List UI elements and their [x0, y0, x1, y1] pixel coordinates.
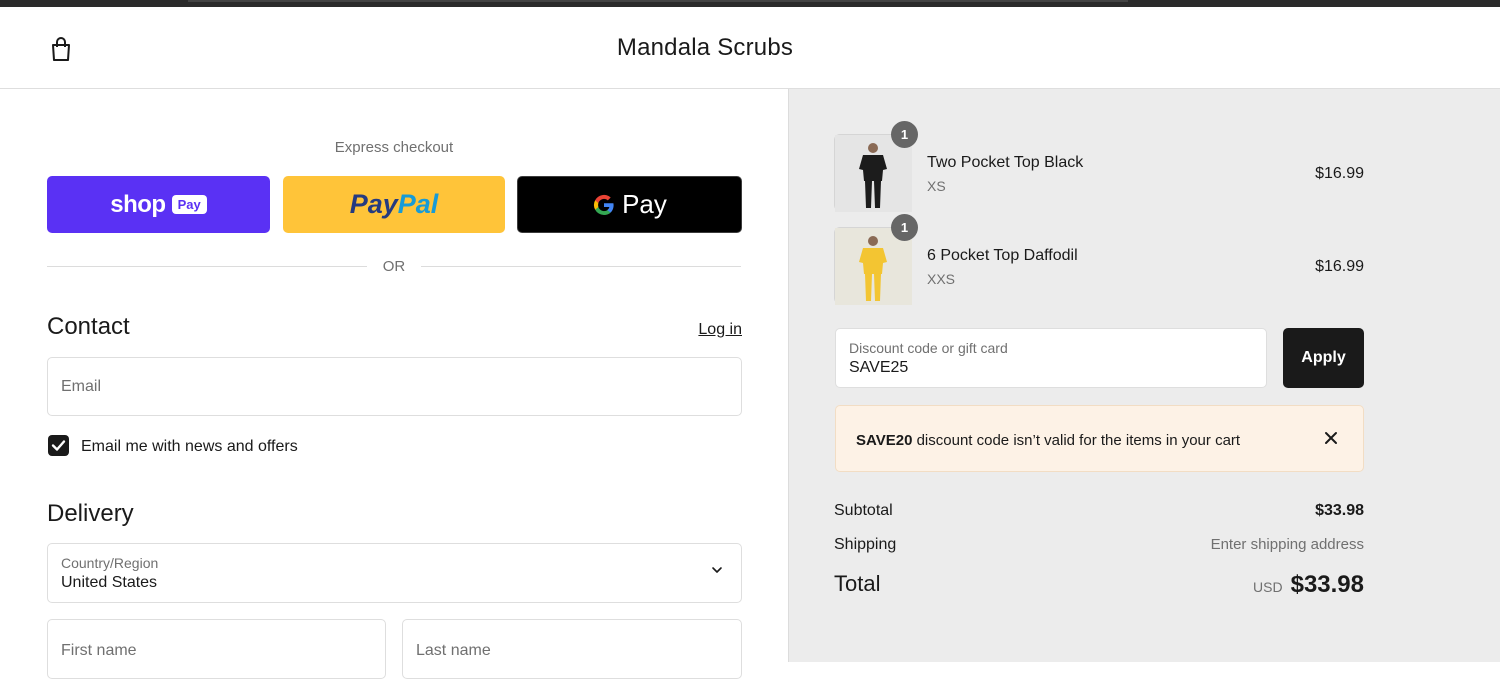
- subtotal-value: $33.98: [1315, 502, 1364, 519]
- shop-pay-badge: Pay: [171, 195, 207, 214]
- discount-error-text: discount code isn’t valid for the items …: [912, 432, 1241, 449]
- item-name: Two Pocket Top Black: [927, 154, 1084, 171]
- contact-heading: Contact: [47, 313, 130, 340]
- total-currency: USD: [1253, 579, 1283, 595]
- last-name-placeholder: Last name: [416, 642, 491, 659]
- checkout-header: Mandala Scrubs: [0, 7, 1500, 89]
- quantity-badge: 1: [891, 214, 918, 241]
- store-title[interactable]: Mandala Scrubs: [0, 34, 1410, 62]
- product-thumbnail: 1: [834, 214, 918, 305]
- login-link[interactable]: Log in: [680, 321, 742, 339]
- first-name-placeholder: First name: [61, 642, 137, 659]
- email-placeholder: Email: [61, 378, 102, 395]
- express-checkout-label: Express checkout: [334, 139, 454, 156]
- google-g-icon: [594, 194, 614, 215]
- checkout-form-panel: Express checkout shop Pay PayPal Pay OR …: [0, 89, 788, 679]
- item-variant: XS: [927, 178, 946, 194]
- total-amount: USD $33.98: [1253, 571, 1364, 599]
- newsletter-label[interactable]: Email me with news and offers: [81, 438, 298, 456]
- first-name-field[interactable]: First name: [47, 619, 386, 679]
- delivery-heading: Delivery: [47, 500, 134, 527]
- discount-code-field[interactable]: Discount code or gift card SAVE25: [835, 328, 1267, 388]
- newsletter-checkbox[interactable]: [48, 435, 69, 456]
- google-pay-wordmark: Pay: [622, 189, 667, 219]
- item-variant: XXS: [927, 271, 956, 287]
- total-value: $33.98: [1290, 571, 1364, 598]
- paypal-button[interactable]: PayPal: [283, 176, 505, 233]
- last-name-field[interactable]: Last name: [402, 619, 742, 679]
- browser-top-strip-inner: [188, 0, 1128, 2]
- paypal-wordmark: PayPal: [350, 189, 439, 220]
- shipping-row: Shipping Enter shipping address: [834, 536, 1364, 554]
- discount-code-value: SAVE25: [849, 359, 909, 376]
- shop-pay-wordmark: shop: [110, 190, 166, 218]
- chevron-down-icon: [712, 567, 722, 573]
- shipping-value: Enter shipping address: [1210, 536, 1364, 553]
- subtotal-row: Subtotal $33.98: [834, 502, 1364, 520]
- paypal-wordmark-pay: Pay: [349, 189, 398, 219]
- subtotal-label: Subtotal: [834, 502, 893, 519]
- item-price: $16.99: [1315, 258, 1364, 275]
- divider-right: [421, 266, 741, 267]
- email-field[interactable]: Email: [47, 357, 742, 416]
- discount-code-label: Discount code or gift card: [849, 340, 1008, 356]
- discount-error-message: SAVE20 discount code isn’t valid for the…: [856, 432, 1240, 449]
- browser-top-strip: [0, 0, 1500, 7]
- shop-pay-button[interactable]: shop Pay: [47, 176, 270, 233]
- country-select[interactable]: Country/Region United States: [47, 543, 742, 603]
- apply-discount-button[interactable]: Apply: [1283, 328, 1364, 388]
- country-label: Country/Region: [61, 555, 159, 571]
- google-pay-button[interactable]: Pay: [517, 176, 742, 233]
- country-value: United States: [61, 574, 158, 591]
- close-icon[interactable]: [1323, 430, 1339, 446]
- paypal-wordmark-pal: Pal: [397, 189, 439, 219]
- order-summary-panel: 1 Two Pocket Top Black XS $16.99 1 6 Poc…: [788, 89, 1500, 662]
- item-name: 6 Pocket Top Daffodil: [927, 247, 1078, 264]
- check-icon: [51, 440, 66, 451]
- discount-error-banner: SAVE20 discount code isn’t valid for the…: [835, 405, 1364, 472]
- quantity-badge: 1: [891, 121, 918, 148]
- cart-item: 1 Two Pocket Top Black XS $16.99: [834, 121, 1364, 212]
- total-row: Total USD $33.98: [834, 571, 1364, 599]
- total-label: Total: [834, 571, 881, 596]
- discount-error-code: SAVE20: [856, 432, 913, 449]
- cart-item: 1 6 Pocket Top Daffodil XXS $16.99: [834, 214, 1364, 305]
- item-price: $16.99: [1315, 165, 1364, 182]
- product-thumbnail: 1: [834, 121, 918, 212]
- shipping-label: Shipping: [834, 536, 897, 553]
